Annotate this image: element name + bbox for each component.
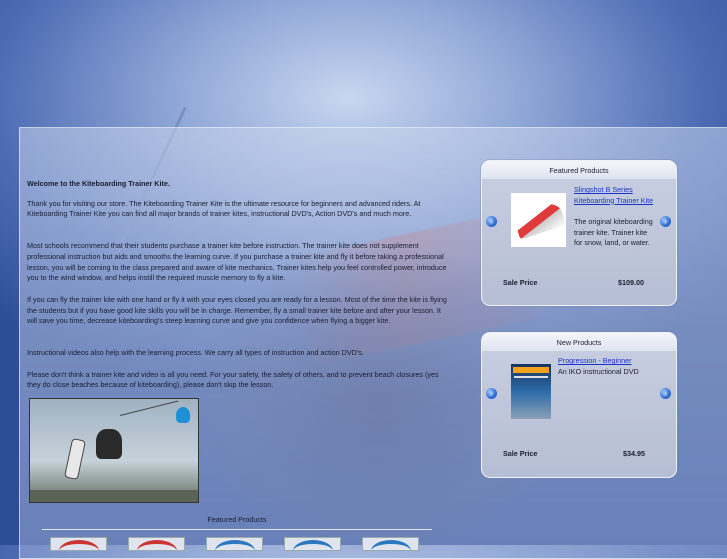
featured-thumb-1[interactable] xyxy=(50,537,107,551)
trainer-kite-link[interactable]: Slingshot B Series Kiteboarding Trainer … xyxy=(574,185,654,206)
sale-price-value: $34.95 xyxy=(623,449,645,458)
progression-dvd-image[interactable] xyxy=(511,364,551,419)
main-content: Welcome to the Kiteboarding Trainer Kite… xyxy=(27,179,452,402)
arrow-right-icon[interactable]: › xyxy=(660,216,671,227)
progression-dvd-link[interactable]: Progression - Beginner xyxy=(558,356,658,367)
featured-products-box: Featured Products ‹ › Slingshot B Series… xyxy=(481,160,677,306)
featured-thumb-4[interactable] xyxy=(284,537,341,551)
new-products-box: New Products ‹ › Progression - Beginner … xyxy=(481,332,677,478)
sale-price-value: $109.00 xyxy=(618,278,644,287)
lesson-paragraph: If you can fly the trainer kite with one… xyxy=(27,294,447,326)
featured-thumb-3[interactable] xyxy=(206,537,263,551)
arrow-left-icon[interactable]: ‹ xyxy=(486,388,497,399)
schools-paragraph: Most schools recommend that their studen… xyxy=(27,241,447,283)
arrow-left-icon[interactable]: ‹ xyxy=(486,216,497,227)
sale-price-label: Sale Price xyxy=(503,449,538,458)
welcome-heading: Welcome to the Kiteboarding Trainer Kite… xyxy=(27,179,170,188)
trainer-kite-image[interactable] xyxy=(511,193,566,247)
trainer-kite-description: The original kiteboarding trainer kite. … xyxy=(574,217,653,247)
featured-box-title: Featured Products xyxy=(549,166,609,175)
featured-products-heading: Featured Products xyxy=(207,515,267,524)
featured-thumb-2[interactable] xyxy=(128,537,185,551)
kiteboarder-photo xyxy=(29,398,199,503)
intro-paragraph: Thank you for visiting our store. The Ki… xyxy=(27,198,421,219)
videos-paragraph: Instructional videos also help with the … xyxy=(27,348,364,358)
sale-price-label: Sale Price xyxy=(503,278,538,287)
safety-paragraph: Please don't think a trainer kite and vi… xyxy=(27,369,439,390)
divider xyxy=(42,529,432,530)
featured-thumb-5[interactable] xyxy=(362,537,419,551)
new-box-title: New Products xyxy=(556,338,602,347)
arrow-right-icon[interactable]: › xyxy=(660,388,671,399)
progression-dvd-description: An IKO instructional DVD xyxy=(558,367,639,376)
